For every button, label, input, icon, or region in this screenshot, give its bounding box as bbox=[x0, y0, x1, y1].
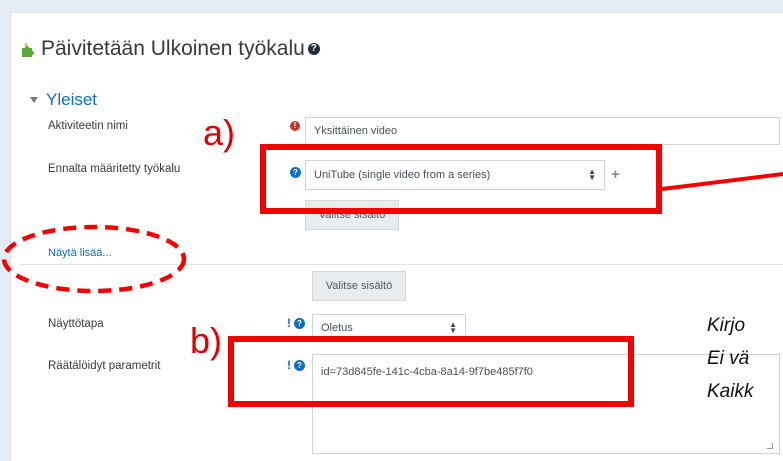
collapse-caret-icon bbox=[30, 97, 38, 103]
activity-name-value: Yksittäinen video bbox=[314, 125, 398, 137]
select-arrows-icon: ▲ ▼ bbox=[449, 320, 457, 335]
side-note-line-1: Kirjo bbox=[707, 315, 746, 336]
page-title: Päivitetään Ulkoinen työkalu bbox=[41, 37, 305, 60]
preconfigured-tool-label: Ennalta määritetty työkalu bbox=[48, 163, 181, 175]
section-general-toggle[interactable]: Yleiset bbox=[30, 90, 97, 110]
side-note-line-3: Kaikk bbox=[707, 381, 754, 402]
show-more-link[interactable]: Näytä lisää... bbox=[48, 247, 112, 259]
annotation-label-b: b) bbox=[190, 320, 223, 361]
launch-container-value: Oletus bbox=[321, 322, 353, 334]
annotation-box-b bbox=[228, 336, 634, 407]
help-icon[interactable]: ? bbox=[294, 318, 305, 329]
help-icon[interactable]: ? bbox=[307, 43, 320, 55]
puzzle-piece-icon bbox=[22, 43, 34, 57]
page-heading: Päivitetään Ulkoinen työkalu ? bbox=[20, 34, 320, 64]
activity-name-label: Aktiviteetin nimi bbox=[48, 120, 128, 132]
advanced-marker-icon: ! bbox=[287, 316, 291, 330]
resize-grip-icon[interactable] bbox=[767, 443, 773, 449]
custom-parameters-label: Räätälöidyt parametrit bbox=[48, 360, 161, 372]
required-icon: ! bbox=[290, 121, 300, 131]
page: Päivitetään Ulkoinen työkalu ? Yleiset A… bbox=[0, 0, 783, 461]
annotation-label-a: a) bbox=[203, 112, 236, 153]
divider bbox=[20, 264, 783, 265]
annotation-box-a bbox=[260, 144, 662, 214]
activity-name-input[interactable]: Yksittäinen video bbox=[305, 117, 780, 145]
side-note-line-2: Ei vä bbox=[707, 348, 750, 369]
section-title: Yleiset bbox=[46, 90, 98, 109]
launch-container-label: Näyttötapa bbox=[48, 318, 104, 330]
select-content-button-2[interactable]: Valitse sisältö bbox=[312, 271, 406, 301]
